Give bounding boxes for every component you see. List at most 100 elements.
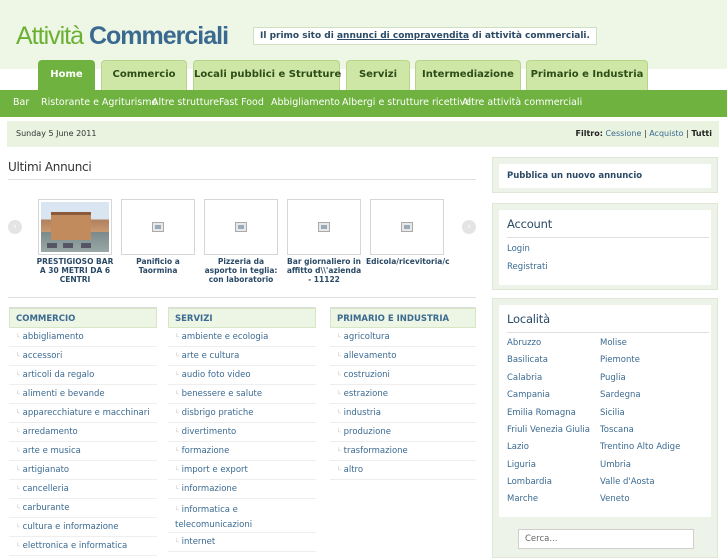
publish-box: Pubblica un nuovo annuncio — [492, 157, 718, 193]
listing-title-3[interactable]: Pizzeria da asporto in teglia: con labor… — [201, 257, 281, 285]
category-item[interactable]: formazione — [168, 442, 316, 461]
category-item[interactable]: divertimento — [168, 423, 316, 442]
subnav-fastfood[interactable]: Fast Food — [219, 97, 264, 108]
subnav-altre-attivita[interactable]: Altre attività commerciali — [462, 97, 582, 108]
category-item[interactable]: audio foto video — [168, 366, 316, 385]
region-link[interactable]: Abruzzo — [507, 338, 541, 348]
image-placeholder-icon — [401, 222, 413, 232]
tab-home[interactable]: Home — [38, 60, 95, 90]
listing-title-5[interactable]: Edicola/ricevitoria/c — [366, 257, 450, 267]
register-link[interactable]: Registrati — [507, 262, 548, 272]
region-link[interactable]: Emilia Romagna — [507, 408, 576, 418]
category-item[interactable]: informatica e telecomunicazioni — [168, 499, 316, 533]
region-link[interactable]: Sardegna — [600, 390, 641, 400]
region-link[interactable]: Lazio — [507, 442, 529, 452]
category-item[interactable]: abbigliamento — [9, 328, 157, 347]
subnav-bar[interactable]: Bar — [13, 97, 29, 108]
category-item[interactable]: cancelleria — [9, 480, 157, 499]
category-item[interactable]: internet — [168, 533, 316, 552]
category-title[interactable]: PRIMARIO E INDUSTRIA — [330, 308, 476, 328]
region-link[interactable]: Valle d'Aosta — [600, 477, 655, 487]
region-link[interactable]: Basilicata — [507, 355, 548, 365]
category-item[interactable]: produzione — [330, 423, 476, 442]
subnav-ristorante[interactable]: Ristorante e Agriturismo — [41, 97, 157, 108]
publish-link[interactable]: Pubblica un nuovo annuncio — [507, 171, 642, 181]
region-link[interactable]: Friuli Venezia Giulia — [507, 425, 590, 435]
category-item[interactable]: accessori — [9, 347, 157, 366]
category-item[interactable]: arte e musica — [9, 442, 157, 461]
carousel-next-icon[interactable]: › — [462, 220, 476, 234]
region-link[interactable]: Lombardia — [507, 477, 552, 487]
region-link[interactable]: Campania — [507, 390, 550, 400]
divider — [8, 297, 476, 298]
subnav-alberghi[interactable]: Albergi e strutture ricettive — [342, 97, 471, 108]
listing-photo — [41, 202, 109, 252]
category-item[interactable]: alimenti e bevande — [9, 385, 157, 404]
category-item[interactable]: allevamento — [330, 347, 476, 366]
listing-thumb-5[interactable] — [370, 199, 444, 255]
listing-title-2[interactable]: Panificio a Taormina — [118, 257, 198, 277]
region-link[interactable]: Liguria — [507, 460, 536, 470]
filter-tutti[interactable]: Tutti — [691, 129, 712, 138]
category-item[interactable]: arte e cultura — [168, 347, 316, 366]
filter-label: Filtro: — [575, 129, 603, 138]
search-input[interactable]: Cerca... — [518, 529, 694, 549]
region-link[interactable]: Molise — [600, 338, 627, 348]
category-item[interactable]: elettronica e informatica — [9, 537, 157, 556]
listing-thumb-1[interactable] — [38, 199, 112, 255]
listing-thumb-2[interactable] — [121, 199, 195, 255]
listing-title-1[interactable]: PRESTIGIOSO BAR A 30 METRI DA 6 CENTRI C… — [35, 257, 115, 285]
divider — [8, 179, 476, 180]
category-item[interactable]: articoli da regalo — [9, 366, 157, 385]
login-link[interactable]: Login — [507, 244, 530, 254]
tab-primario[interactable]: Primario e Industria — [526, 60, 648, 90]
filter-sep: | — [686, 129, 689, 138]
region-link[interactable]: Trentino Alto Adige — [600, 442, 680, 452]
category-item[interactable]: costruzioni — [330, 366, 476, 385]
category-item[interactable]: import e export — [168, 461, 316, 480]
listing-thumb-3[interactable] — [204, 199, 278, 255]
category-title[interactable]: SERVIZI — [168, 308, 316, 328]
subnav-altre-strutture[interactable]: Altre strutture — [152, 97, 219, 108]
category-item[interactable]: apparecchiature e macchinari — [9, 404, 157, 423]
listing-thumb-4[interactable] — [287, 199, 361, 255]
region-link[interactable]: Piemonte — [600, 355, 640, 365]
category-item[interactable]: carburante — [9, 499, 157, 518]
category-item[interactable]: estrazione — [330, 385, 476, 404]
region-link[interactable]: Calabria — [507, 373, 542, 383]
tagline-pre: Il primo sito di — [260, 31, 334, 41]
tab-intermediazione[interactable]: Intermediazione — [415, 60, 521, 90]
tab-servizi[interactable]: Servizi — [346, 60, 410, 90]
category-item[interactable]: cultura e informazione — [9, 518, 157, 537]
carousel-prev-icon[interactable]: ‹ — [8, 220, 22, 234]
category-item[interactable]: altro — [330, 461, 476, 480]
tagline: Il primo sito di annunci di compravendit… — [253, 27, 597, 45]
category-title[interactable]: COMMERCIO — [9, 308, 157, 328]
category-item[interactable]: arredamento — [9, 423, 157, 442]
category-item[interactable]: benessere e salute — [168, 385, 316, 404]
filter-cessione[interactable]: Cessione — [605, 129, 641, 138]
category-item[interactable]: artigianato — [9, 461, 157, 480]
tab-locali[interactable]: Locali pubblici e Strutture — [193, 60, 341, 90]
logo-part1: Attività — [16, 22, 84, 50]
image-placeholder-icon — [318, 222, 330, 232]
region-link[interactable]: Puglia — [600, 373, 626, 383]
category-item[interactable]: ambiente e ecologia — [168, 328, 316, 347]
subnav-abbigliamento[interactable]: Abbigliamento — [271, 97, 340, 108]
region-link[interactable]: Veneto — [600, 494, 630, 504]
category-item[interactable]: disbrigo pratiche — [168, 404, 316, 423]
category-item[interactable]: industria — [330, 404, 476, 423]
site-logo[interactable]: Attività Commerciali — [16, 22, 229, 51]
listing-title-4[interactable]: Bar giornaliero in affitto d\\'azienda -… — [284, 257, 364, 285]
region-link[interactable]: Marche — [507, 494, 538, 504]
region-link[interactable]: Sicilia — [600, 408, 625, 418]
category-item[interactable]: agricoltura — [330, 328, 476, 347]
account-title: Account — [507, 217, 553, 231]
tab-commercio[interactable]: Commercio — [101, 60, 187, 90]
category-item[interactable]: trasformazione — [330, 442, 476, 461]
filter-acquisto[interactable]: Acquisto — [649, 129, 683, 138]
region-link[interactable]: Toscana — [600, 425, 634, 435]
tagline-link[interactable]: annunci di compravendita — [337, 31, 469, 41]
region-link[interactable]: Umbria — [600, 460, 631, 470]
category-item[interactable]: informazione — [168, 480, 316, 499]
